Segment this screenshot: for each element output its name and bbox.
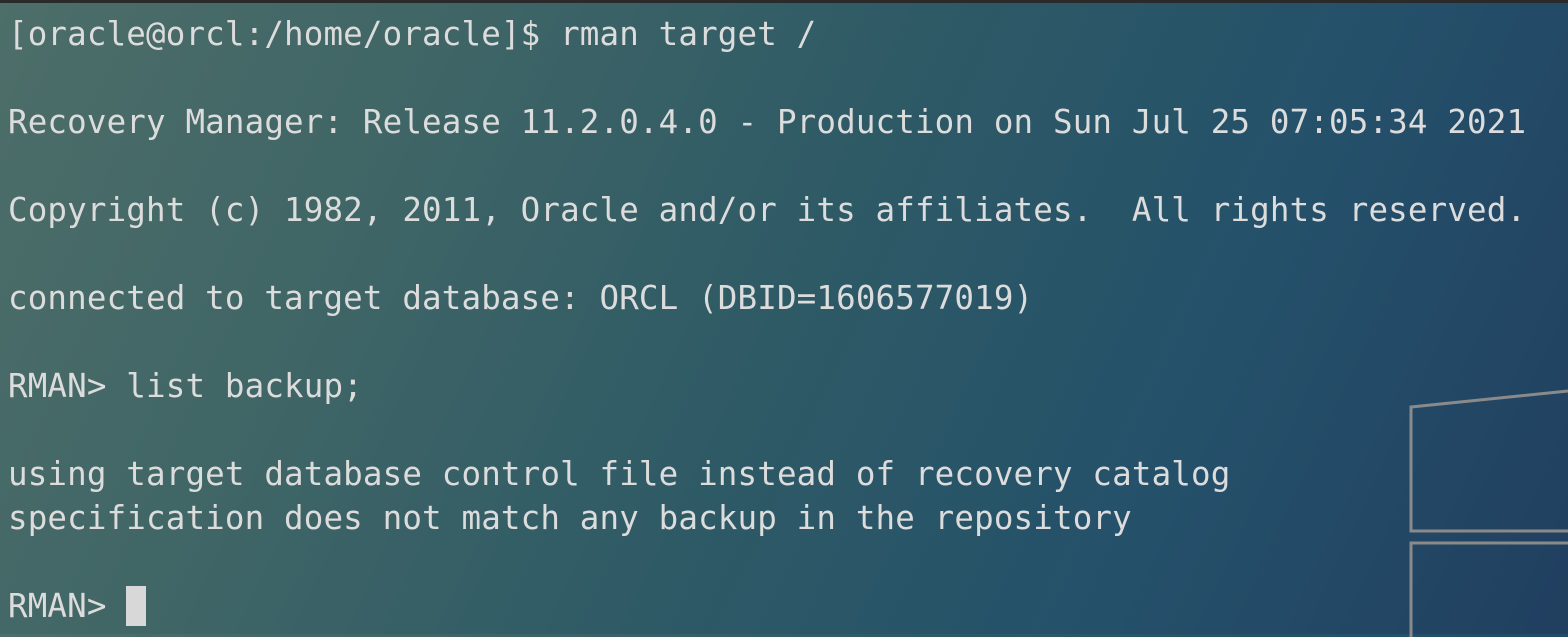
terminal-line: Copyright (c) 1982, 2011, Oracle and/or …	[8, 191, 1527, 229]
text-cursor	[126, 586, 147, 626]
terminal-line: specification does not match any backup …	[8, 499, 1132, 537]
terminal-line: RMAN> list backup;	[8, 367, 363, 405]
terminal-line: using target database control file inste…	[8, 455, 1231, 493]
terminal-line: [oracle@orcl:/home/oracle]$ rman target …	[8, 15, 817, 53]
terminal-prompt-line[interactable]: RMAN>	[8, 584, 1526, 628]
terminal-line: Recovery Manager: Release 11.2.0.4.0 - P…	[8, 103, 1527, 141]
rman-prompt: RMAN>	[8, 587, 127, 625]
terminal-output[interactable]: [oracle@orcl:/home/oracle]$ rman target …	[8, 12, 1526, 628]
terminal-line: connected to target database: ORCL (DBID…	[8, 279, 1034, 317]
